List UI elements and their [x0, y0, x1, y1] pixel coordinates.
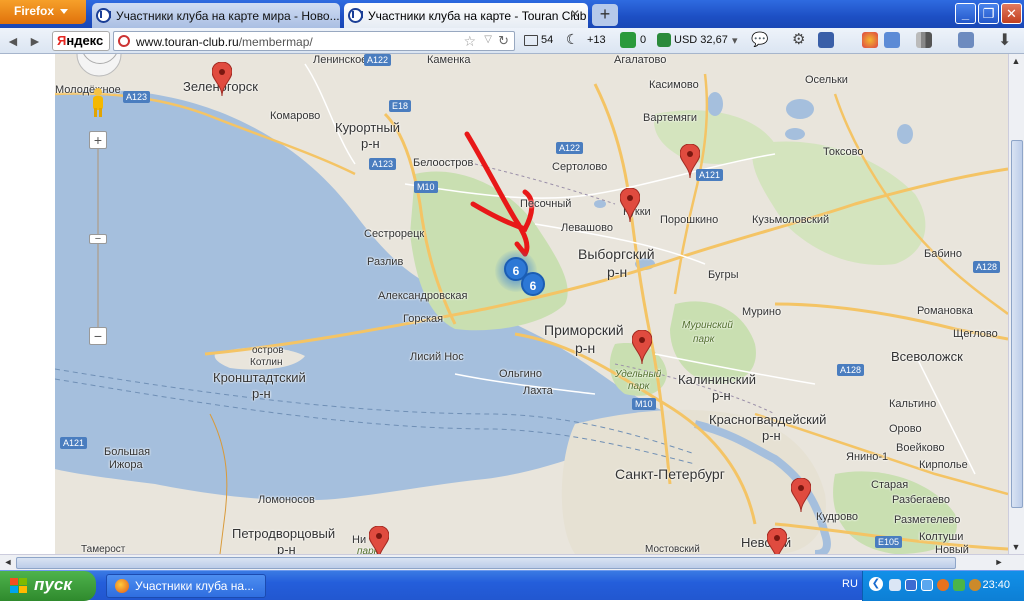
vertical-scrollbar[interactable]: ▲ ▼ [1008, 54, 1024, 554]
address-bar[interactable]: www.touran-club.ru/membermap/ ☆ ▽ ↻ [113, 31, 515, 51]
currency-rate[interactable]: USD 32,67 [674, 34, 728, 46]
member-location-marker-icon[interactable] [368, 525, 390, 554]
status-icon[interactable] [620, 32, 636, 48]
weather-temperature[interactable]: +13 [587, 34, 606, 46]
network-icon[interactable] [889, 579, 901, 591]
firefox-menu-button[interactable]: Firefox [0, 0, 86, 24]
close-window-button[interactable]: ✕ [1001, 3, 1022, 24]
addon-icon[interactable] [884, 32, 900, 48]
member-location-marker-icon[interactable] [619, 187, 641, 223]
member-location-marker-icon[interactable] [766, 527, 788, 554]
taskbar-app-title: Участники клуба на... [135, 579, 255, 593]
map-canvas[interactable]: ЛенинскоеКаменкаАгалатовоОселькиЗеленого… [55, 54, 1008, 554]
taskbar-firefox-window[interactable]: Участники клуба на... [106, 574, 266, 598]
download-arrow-icon[interactable]: ⬇ [998, 30, 1011, 50]
chrome-like-icon[interactable] [862, 32, 878, 48]
chevron-down-icon [60, 9, 69, 15]
url-domain: www.touran-club.ru [136, 35, 239, 49]
pegman-streetview-icon[interactable] [91, 88, 105, 118]
zoom-out-button[interactable]: − [89, 327, 107, 345]
page-content: ЛенинскоеКаменкаАгалатовоОселькиЗеленого… [0, 54, 1024, 554]
mail-icon[interactable] [524, 35, 538, 46]
scroll-right-arrow-icon[interactable]: ► [992, 557, 1006, 567]
vw-logo-icon [348, 8, 363, 23]
reload-icon[interactable]: ↻ [498, 33, 509, 49]
tray-expand-icon[interactable]: ❮ [869, 577, 883, 591]
tab-1[interactable]: Участники клуба на карте мира - Ново... [92, 3, 340, 28]
bookmark-star-icon[interactable]: ☆ [463, 33, 476, 50]
vertical-scroll-thumb[interactable] [1011, 140, 1023, 508]
navigation-toolbar: ◄ ► Яндекс www.touran-club.ru/membermap/… [0, 28, 1024, 54]
vw-logo-icon [96, 8, 111, 23]
device-icon[interactable] [905, 579, 917, 591]
maximize-button[interactable]: ❐ [978, 3, 999, 24]
start-label: пуск [34, 575, 72, 594]
forward-button[interactable]: ► [28, 32, 42, 50]
windows-taskbar: пуск Участники клуба на... RU ❮ 23:40 [0, 570, 1024, 601]
yandex-search-button[interactable]: Яндекс [52, 31, 110, 51]
gear-icon[interactable]: ⚙ [792, 30, 805, 48]
windows-flag-icon [10, 578, 27, 593]
member-cluster-2[interactable]: 6 [521, 272, 545, 296]
url-path: /membermap/ [238, 35, 313, 49]
tab-title: Участники клуба на карте - Touran Club [368, 9, 587, 23]
member-location-marker-icon[interactable] [211, 61, 233, 97]
map-markers [55, 54, 1008, 554]
bookmarks-b-icon[interactable] [818, 32, 834, 48]
volume-icon[interactable] [921, 579, 933, 591]
horizontal-scroll-thumb[interactable] [16, 557, 956, 569]
close-tab-icon[interactable]: ✕ [568, 7, 582, 21]
system-clock: 23:40 [982, 579, 1010, 591]
start-button[interactable]: пуск [0, 571, 96, 601]
history-dropdown-icon[interactable]: ▽ [484, 34, 492, 45]
tab-title: Участники клуба на карте мира - Ново... [116, 9, 340, 23]
bookmark-menu-icon[interactable] [958, 32, 974, 48]
yandex-logo-letter: Я [57, 33, 67, 48]
back-button[interactable]: ◄ [6, 32, 20, 50]
firefox-menu-label: Firefox [14, 4, 55, 18]
yandex-logo-text: ндекс [66, 33, 104, 48]
zoom-slider-handle[interactable]: − [89, 234, 107, 245]
site-favicon-icon [118, 35, 130, 47]
status-count[interactable]: 0 [640, 34, 646, 46]
new-tab-button[interactable]: + [592, 4, 618, 26]
member-location-marker-icon[interactable] [631, 329, 653, 365]
chevron-down-icon[interactable]: ▾ [732, 34, 738, 47]
security-shield-icon[interactable] [953, 579, 965, 591]
minimize-button[interactable]: _ [955, 3, 976, 24]
weather-moon-icon[interactable]: ☾ [566, 31, 579, 48]
system-tray: ❮ 23:40 [862, 571, 1024, 601]
member-location-marker-icon[interactable] [679, 143, 701, 179]
antivirus-icon[interactable] [937, 579, 949, 591]
tab-2-active[interactable]: Участники клуба на карте - Touran Club ✕ [344, 3, 588, 28]
mail-count[interactable]: 54 [541, 34, 553, 46]
language-indicator[interactable]: RU [842, 578, 858, 590]
scroll-left-arrow-icon[interactable]: ◄ [1, 557, 15, 567]
currency-icon [657, 33, 671, 47]
horizontal-scrollbar[interactable]: ◄ ► [0, 554, 1024, 570]
scroll-up-arrow-icon[interactable]: ▲ [1009, 56, 1023, 66]
scroll-down-arrow-icon[interactable]: ▼ [1009, 542, 1023, 552]
member-location-marker-icon[interactable] [790, 477, 812, 513]
update-icon[interactable] [969, 579, 981, 591]
zoom-in-button[interactable]: + [89, 131, 107, 149]
chat-bubble-icon[interactable]: 💬 [751, 31, 768, 48]
firefox-icon [115, 579, 129, 593]
signal-bars-icon [916, 32, 932, 48]
title-bar: Firefox Участники клуба на карте мира - … [0, 0, 1024, 28]
